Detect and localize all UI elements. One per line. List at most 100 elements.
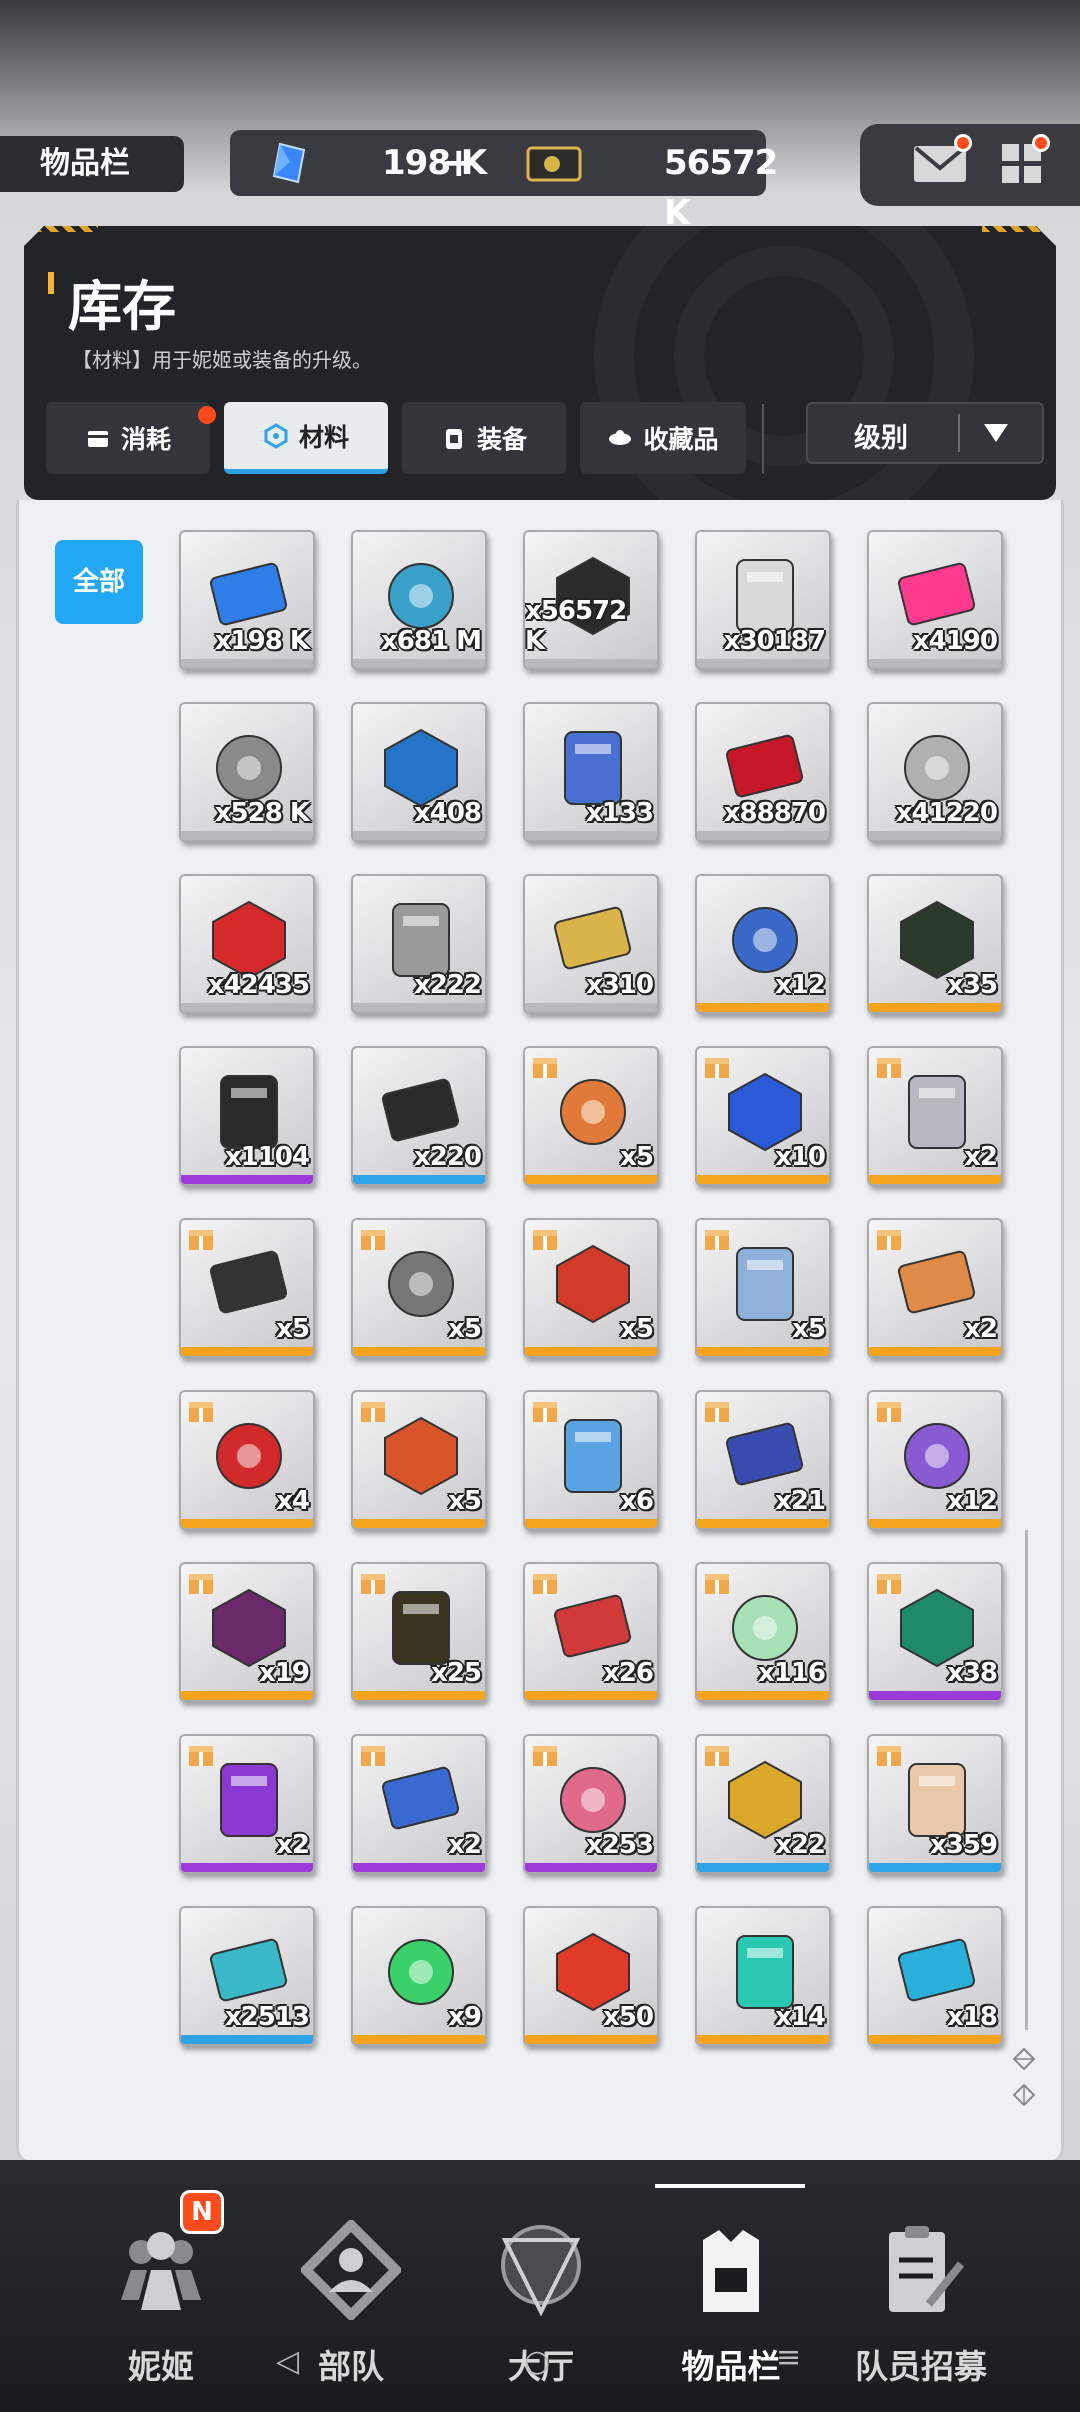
inventory-item[interactable]: x133 (523, 702, 659, 842)
inventory-item[interactable]: x2513 (179, 1906, 315, 2046)
top-buttons (860, 124, 1080, 206)
item-count: x5 (448, 1314, 482, 1344)
item-count: x5 (448, 1486, 482, 1516)
inventory-item[interactable]: x21 (695, 1390, 831, 1530)
new-badge: N (180, 2190, 224, 2234)
inventory-item[interactable]: x25 (351, 1562, 487, 1702)
item-count: x1104 (224, 1142, 310, 1172)
inventory-item[interactable]: x42435 (179, 874, 315, 1014)
tab-label: 装备 (476, 425, 527, 454)
rarity-bar (869, 1519, 1001, 1528)
sort-label: 级别 (854, 423, 908, 454)
item-count: x310 (585, 970, 654, 1000)
inventory-item[interactable]: x1104 (179, 1046, 315, 1186)
filter-all-button[interactable]: 全部 (55, 540, 143, 624)
rarity-bar (181, 1691, 313, 1700)
consumable-icon (87, 431, 108, 447)
inventory-item[interactable]: x6 (523, 1390, 659, 1530)
rarity-bar (353, 1519, 485, 1528)
item-count: x35 (947, 970, 998, 1000)
nav-recruit[interactable]: 队员招募 (826, 2200, 1016, 2400)
inventory-item[interactable]: x408 (351, 702, 487, 842)
inventory-item[interactable]: x12 (695, 874, 831, 1014)
tab-equipment[interactable]: 装备 (402, 402, 566, 474)
rarity-bar (525, 2035, 657, 2044)
rarity-bar (697, 1863, 829, 1872)
tab-collectibles[interactable]: 收藏品 (580, 402, 746, 474)
inventory-item[interactable]: x253 (523, 1734, 659, 1874)
rarity-bar (869, 2035, 1001, 2044)
inventory-item[interactable]: x19 (179, 1562, 315, 1702)
inventory-item[interactable]: x5 (351, 1218, 487, 1358)
gift-icon (533, 1230, 557, 1250)
item-count: x18 (947, 2002, 998, 2032)
inventory-item[interactable]: x5 (179, 1218, 315, 1358)
inventory-item[interactable]: x359 (867, 1734, 1003, 1874)
tab-materials[interactable]: 材料 (224, 402, 388, 474)
item-count: x26 (603, 1658, 654, 1688)
credit-card-icon (526, 146, 582, 182)
inventory-item[interactable]: x9 (351, 1906, 487, 2046)
equipment-icon (445, 429, 462, 449)
system-home-icon[interactable]: ○ (524, 2344, 550, 2379)
inventory-item[interactable]: x5 (695, 1218, 831, 1358)
inventory-item[interactable]: x5 (523, 1046, 659, 1186)
inventory-item[interactable]: x681 M (351, 530, 487, 670)
inventory-item[interactable]: x222 (351, 874, 487, 1014)
inventory-item[interactable]: x2 (867, 1218, 1003, 1358)
inventory-item[interactable]: x2 (179, 1734, 315, 1874)
recruit-icon (889, 2226, 965, 2312)
item-count: x222 (413, 970, 482, 1000)
item-count: x2 (964, 1314, 998, 1344)
inventory-item[interactable]: x30187 (695, 530, 831, 670)
gift-icon (877, 1746, 901, 1766)
inventory-item[interactable]: x22 (695, 1734, 831, 1874)
inventory-item[interactable]: x310 (523, 874, 659, 1014)
gift-icon (705, 1402, 729, 1422)
inventory-item[interactable]: x14 (695, 1906, 831, 2046)
inventory-item[interactable]: x4190 (867, 530, 1003, 670)
inventory-item[interactable]: x5 (523, 1218, 659, 1358)
inventory-item[interactable]: x528 K (179, 702, 315, 842)
inventory-item[interactable]: x41220 (867, 702, 1003, 842)
inventory-item[interactable]: x26 (523, 1562, 659, 1702)
item-count: x9 (448, 2002, 482, 2032)
inventory-item[interactable]: x18 (867, 1906, 1003, 2046)
rarity-bar (353, 831, 485, 840)
rarity-bar (181, 2035, 313, 2044)
system-recents-icon[interactable]: ≡ (776, 2340, 801, 2375)
nav-nikke[interactable]: 妮姬 (66, 2200, 256, 2400)
inventory-item[interactable]: x2 (867, 1046, 1003, 1186)
rarity-bar (353, 1691, 485, 1700)
inventory-item[interactable]: x12 (867, 1390, 1003, 1530)
inventory-item[interactable]: x116 (695, 1562, 831, 1702)
item-count: x5 (620, 1314, 654, 1344)
inventory-item[interactable]: x5 (351, 1390, 487, 1530)
inventory-item[interactable]: x198 K (179, 530, 315, 670)
item-count: x5 (276, 1314, 310, 1344)
tab-label: 材料 (298, 422, 349, 452)
page-title: 库存 (68, 275, 176, 338)
inventory-item[interactable]: x35 (867, 874, 1003, 1014)
rarity-bar (525, 1519, 657, 1528)
inventory-item[interactable]: x38 (867, 1562, 1003, 1702)
inventory-item[interactable]: x10 (695, 1046, 831, 1186)
tab-divider (762, 404, 764, 474)
tab-consumables[interactable]: 消耗 (46, 402, 216, 474)
inventory-item[interactable]: x220 (351, 1046, 487, 1186)
inventory-item[interactable]: x88870 (695, 702, 831, 842)
rarity-bar (353, 1175, 485, 1184)
inventory-item[interactable]: x56572 K (523, 530, 659, 670)
scrollbar[interactable] (1025, 1530, 1028, 2030)
system-back-icon[interactable]: ◁ (276, 2344, 299, 2379)
sort-dropdown[interactable]: 级别 (806, 402, 1044, 464)
lobby-icon (501, 2225, 581, 2317)
inventory-icon (703, 2230, 759, 2312)
rarity-bar (697, 831, 829, 840)
inventory-item[interactable]: x4 (179, 1390, 315, 1530)
inventory-item[interactable]: x50 (523, 1906, 659, 2046)
item-count: x408 (413, 798, 482, 828)
chevron-down-icon (984, 424, 1008, 442)
inventory-item[interactable]: x2 (351, 1734, 487, 1874)
add-gems-button[interactable]: + (442, 138, 476, 188)
